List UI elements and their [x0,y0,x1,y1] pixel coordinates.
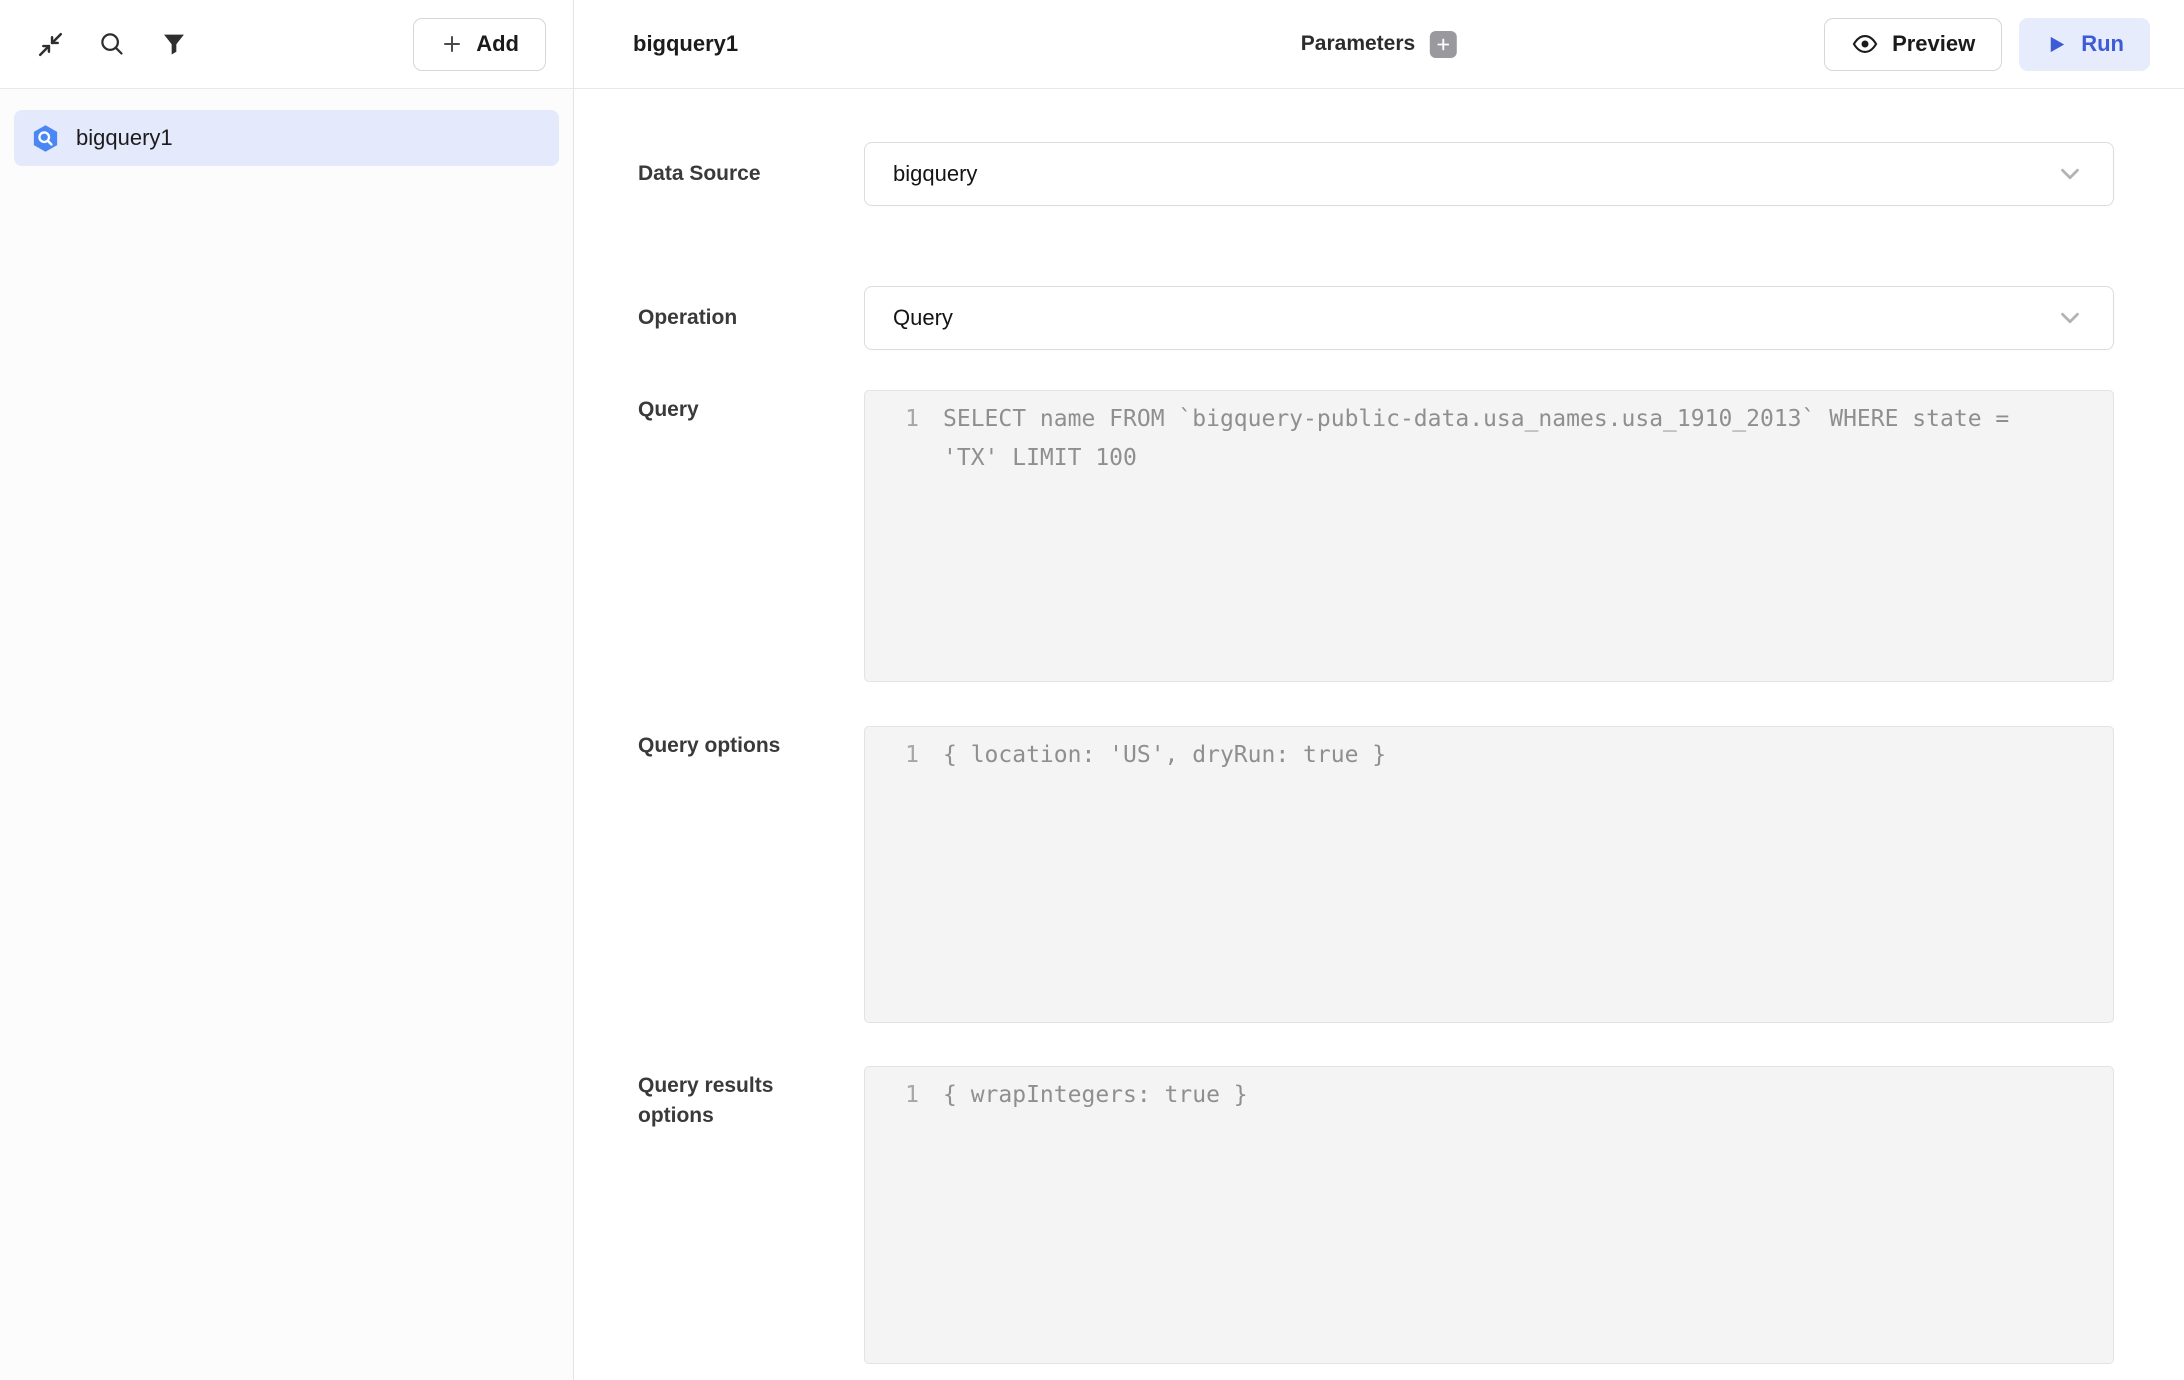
data-source-select[interactable]: bigquery [864,142,2114,206]
bigquery-icon [30,123,61,154]
query-options-editor[interactable]: 1 { location: 'US', dryRun: true } [864,726,2114,1023]
query-results-options-code-text: { wrapIntegers: true } [943,1076,2113,1115]
operation-field: Operation Query [638,286,2114,350]
search-icon [97,29,127,59]
query-field: Query 1 SELECT name FROM `bigquery-publi… [638,390,2114,682]
collapse-icon [35,29,66,60]
collapse-panel-button[interactable] [28,22,72,66]
filter-button[interactable] [152,22,196,66]
operation-value: Query [893,305,953,331]
line-number: 1 [865,400,919,439]
run-button-label: Run [2081,31,2124,57]
sidebar-header: Add [0,0,573,89]
field-label-operation: Operation [638,303,864,333]
add-parameter-button[interactable] [1430,31,1457,58]
field-label-query: Query [638,390,864,425]
plus-icon [440,32,464,56]
query-options-field: Query options 1 { location: 'US', dryRun… [638,726,2114,1023]
query-form: Data Source bigquery Operation Query [574,89,2184,1380]
preview-button[interactable]: Preview [1824,18,2002,71]
line-number: 1 [865,736,919,775]
query-code-text: SELECT name FROM `bigquery-public-data.u… [943,400,2113,478]
query-options-code-text: { location: 'US', dryRun: true } [943,736,2113,775]
eye-icon [1851,30,1879,58]
header-actions: Preview Run [1824,18,2150,71]
query-editor-app: Add bigquery1 bigquery1 Parameters [0,0,2184,1380]
add-query-button[interactable]: Add [413,18,546,71]
query-results-options-field: Query results options 1 { wrapIntegers: … [638,1066,2114,1364]
query-results-options-editor[interactable]: 1 { wrapIntegers: true } [864,1066,2114,1364]
field-label-query-results-options: Query results options [638,1066,864,1132]
chevron-down-icon [2055,159,2085,189]
data-source-value: bigquery [893,161,977,187]
run-button[interactable]: Run [2019,18,2150,71]
parameters-section: Parameters [1301,31,1457,58]
query-editor[interactable]: 1 SELECT name FROM `bigquery-public-data… [864,390,2114,682]
chevron-down-icon [2055,303,2085,333]
field-label-data-source: Data Source [638,159,864,189]
page-title: bigquery1 [633,31,738,57]
query-item-label: bigquery1 [76,125,173,151]
query-list: bigquery1 [0,89,573,1380]
operation-select[interactable]: Query [864,286,2114,350]
line-number: 1 [865,1076,919,1115]
plus-icon [1435,36,1452,53]
sidebar-item-bigquery1[interactable]: bigquery1 [14,110,559,166]
data-source-field: Data Source bigquery [638,142,2114,206]
field-label-query-options: Query options [638,726,864,761]
funnel-icon [160,30,188,58]
search-button[interactable] [90,22,134,66]
parameters-label: Parameters [1301,32,1415,56]
play-icon [2045,33,2068,56]
sidebar: Add bigquery1 [0,0,574,1380]
preview-button-label: Preview [1892,31,1975,57]
main-header: bigquery1 Parameters [574,0,2184,89]
main-panel: bigquery1 Parameters [574,0,2184,1380]
add-button-label: Add [476,31,519,57]
